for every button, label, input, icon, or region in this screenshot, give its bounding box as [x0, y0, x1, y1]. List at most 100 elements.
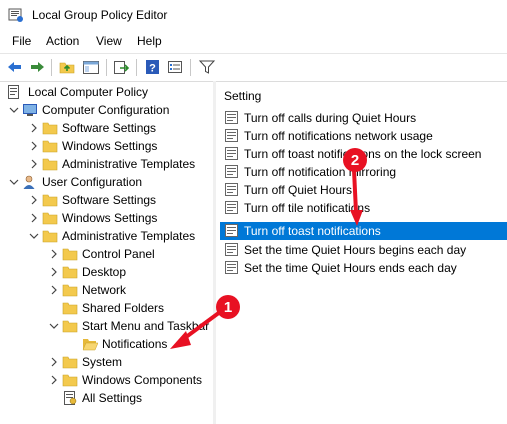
toolbar-separator — [136, 59, 137, 76]
folder-icon — [62, 284, 78, 297]
tree-node-local-computer-policy[interactable]: Local Computer Policy — [0, 83, 213, 101]
chevron-right-icon[interactable] — [48, 263, 60, 281]
setting-row[interactable]: Turn off notification mirroring — [220, 163, 507, 181]
column-header-setting[interactable]: Setting — [224, 89, 261, 103]
all-settings-icon — [64, 391, 77, 405]
policy-document-icon — [8, 85, 19, 99]
toolbar-separator — [190, 59, 191, 76]
chevron-down-icon[interactable] — [48, 317, 60, 335]
tree-node-start-menu-and-taskbar[interactable]: Start Menu and Taskbar — [48, 317, 213, 335]
filter-icon[interactable] — [198, 59, 216, 75]
setting-label: Set the time Quiet Hours begins each day — [244, 243, 467, 257]
setting-label: Turn off notifications network usage — [244, 129, 433, 143]
chevron-right-icon[interactable] — [48, 371, 60, 389]
folder-icon — [62, 248, 78, 261]
setting-icon — [225, 111, 238, 124]
tree-node-uc-windows-settings[interactable]: Windows Settings — [28, 209, 213, 227]
folder-icon — [42, 158, 58, 171]
chevron-right-icon[interactable] — [28, 119, 40, 137]
menu-file[interactable]: File — [12, 34, 31, 48]
setting-icon — [225, 224, 238, 237]
tree-node-uc-software-settings[interactable]: Software Settings — [28, 191, 213, 209]
setting-label: Turn off Quiet Hours — [244, 183, 353, 197]
tree-node-cc-windows-settings[interactable]: Windows Settings — [28, 137, 213, 155]
tree-node-user-configuration[interactable]: User Configuration — [8, 173, 213, 191]
setting-row[interactable]: Turn off tile notifications — [220, 199, 507, 217]
folder-icon — [62, 320, 78, 333]
settings-pane[interactable]: Setting Turn off calls during Quiet Hour… — [216, 81, 507, 424]
tree-node-desktop[interactable]: Desktop — [48, 263, 213, 281]
setting-label: Turn off notification mirroring — [244, 165, 397, 179]
setting-row[interactable]: Turn off notifications network usage — [220, 127, 507, 145]
chevron-down-icon[interactable] — [8, 101, 20, 119]
window-title: Local Group Policy Editor — [32, 8, 168, 22]
chevron-right-icon[interactable] — [48, 281, 60, 299]
setting-icon — [225, 183, 238, 196]
back-icon[interactable] — [6, 59, 24, 75]
setting-icon — [225, 147, 238, 160]
group-policy-app-icon — [8, 8, 23, 22]
up-folder-icon[interactable] — [58, 59, 76, 75]
chevron-right-icon[interactable] — [48, 245, 60, 263]
setting-icon — [225, 165, 238, 178]
export-list-icon[interactable] — [112, 59, 130, 75]
chevron-right-icon[interactable] — [28, 191, 40, 209]
tree-node-network[interactable]: Network — [48, 281, 213, 299]
menu-view[interactable]: View — [96, 34, 122, 48]
chevron-down-icon[interactable] — [8, 173, 20, 191]
help-icon[interactable]: ? — [144, 59, 162, 75]
tree-node-cc-administrative-templates[interactable]: Administrative Templates — [28, 155, 213, 173]
show-hide-tree-icon[interactable] — [82, 59, 100, 75]
setting-label: Set the time Quiet Hours ends each day — [244, 261, 457, 275]
toolbar-separator — [106, 59, 107, 76]
setting-icon — [225, 243, 238, 256]
setting-label: Turn off tile notifications — [244, 201, 371, 215]
folder-icon — [42, 140, 58, 153]
folder-icon — [42, 230, 58, 243]
setting-row[interactable]: Turn off toast notifications on the lock… — [220, 145, 507, 163]
setting-icon — [225, 129, 238, 142]
setting-row[interactable]: Turn off calls during Quiet Hours — [220, 109, 507, 127]
tree-pane[interactable]: Local Computer Policy Computer Configura… — [0, 81, 214, 424]
setting-icon — [225, 261, 238, 274]
folder-icon — [42, 212, 58, 225]
chevron-right-icon[interactable] — [28, 209, 40, 227]
chevron-right-icon[interactable] — [28, 155, 40, 173]
user-icon — [23, 175, 35, 189]
forward-icon[interactable] — [28, 59, 46, 75]
folder-icon — [62, 302, 78, 315]
setting-label: Turn off toast notifications — [244, 224, 381, 238]
folder-icon — [62, 266, 78, 279]
folder-icon — [42, 122, 58, 135]
setting-row[interactable]: Set the time Quiet Hours ends each day — [220, 259, 507, 277]
tree-node-all-settings[interactable]: All Settings — [48, 389, 213, 407]
setting-label: Turn off toast notifications on the lock… — [244, 147, 482, 161]
menu-help[interactable]: Help — [137, 34, 162, 48]
setting-row[interactable]: Set the time Quiet Hours begins each day — [220, 241, 507, 259]
tree-node-shared-folders[interactable]: Shared Folders — [48, 299, 213, 317]
setting-row[interactable]: Turn off Quiet Hours — [220, 181, 507, 199]
chevron-right-icon[interactable] — [48, 353, 60, 371]
folder-icon — [62, 374, 78, 387]
tree-node-computer-configuration[interactable]: Computer Configuration — [8, 101, 213, 119]
setting-icon — [225, 201, 238, 214]
menu-bar: File Action View Help — [0, 30, 507, 52]
setting-label: Turn off calls during Quiet Hours — [244, 111, 417, 125]
title-bar: Local Group Policy Editor — [0, 0, 507, 30]
chevron-down-icon[interactable] — [28, 227, 40, 245]
tree-node-windows-components[interactable]: Windows Components — [48, 371, 213, 389]
tree-node-uc-administrative-templates[interactable]: Administrative Templates — [28, 227, 213, 245]
toolbar-separator — [51, 59, 52, 76]
tree-node-control-panel[interactable]: Control Panel — [48, 245, 213, 263]
properties-icon[interactable] — [166, 59, 184, 75]
menu-action[interactable]: Action — [46, 34, 79, 48]
folder-open-icon — [82, 339, 98, 351]
svg-text:?: ? — [149, 63, 156, 75]
folder-icon — [42, 194, 58, 207]
tree-node-system[interactable]: System — [48, 353, 213, 371]
chevron-right-icon[interactable] — [28, 137, 40, 155]
setting-row-selected[interactable]: Turn off toast notifications — [220, 222, 507, 240]
tree-node-cc-software-settings[interactable]: Software Settings — [28, 119, 213, 137]
tree-node-notifications[interactable]: Notifications — [68, 335, 176, 353]
toolbar: ? — [0, 53, 507, 82]
